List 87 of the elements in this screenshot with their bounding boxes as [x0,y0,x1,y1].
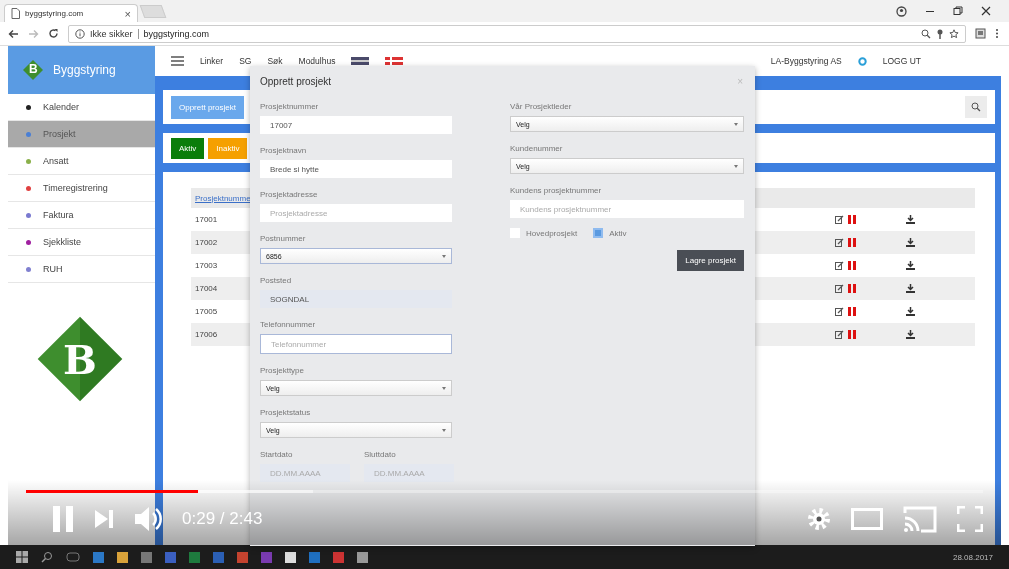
company-name: LA-Byggstyring AS [770,56,842,66]
field-label: Kundens prosjektnummer [510,186,603,195]
nav-link[interactable]: Modulhus [298,56,336,66]
edit-icon[interactable] [835,330,844,339]
checkbox-label: Hovedprosjekt [526,228,578,238]
table-cell: 17003 [195,261,218,270]
edit-icon[interactable] [835,238,844,247]
input-field[interactable]: Brede si hytte [260,160,452,178]
close-icon[interactable] [981,6,991,16]
key-icon[interactable] [936,28,944,39]
field-label: Kundenummer [510,144,564,153]
edit-icon[interactable] [835,215,844,224]
page-icon [11,8,20,19]
table-cell: 17002 [195,238,218,247]
download-icon[interactable] [906,261,915,270]
filter-button[interactable]: Aktiv [171,137,205,159]
field-label: Postnummer [260,234,307,243]
pause-icon[interactable] [848,284,856,293]
tab-close-button[interactable]: × [124,7,131,20]
logout-link[interactable]: LOGG UT [882,56,921,66]
flag-icon[interactable] [385,57,404,65]
pause-icon[interactable] [848,261,856,270]
pause-icon[interactable] [848,330,856,339]
url-text: byggstyring.com [143,28,210,39]
taskbar-app-icon[interactable] [285,551,296,563]
security-label: Ikke sikker [90,28,133,39]
search-icon [971,102,981,112]
download-icon[interactable] [906,330,915,339]
modal-title: Opprett prosjekt [260,75,332,87]
table-cell: 17001 [195,215,218,224]
download-icon[interactable] [906,307,915,316]
nav-link[interactable]: SG [239,56,252,66]
search-button[interactable] [965,96,987,118]
pause-icon[interactable] [848,215,856,224]
zoom-icon[interactable] [921,28,931,39]
volume-icon[interactable] [134,506,162,532]
download-icon[interactable] [906,215,915,224]
info-icon [75,28,85,39]
tab-title: byggstyring.com [25,9,85,18]
menu-icon[interactable] [995,28,999,39]
address-bar[interactable]: Ikke sikker byggstyring.com [68,24,966,43]
flag-icon[interactable] [351,57,370,65]
account-icon[interactable] [896,5,907,17]
column-header[interactable]: Prosjektnumme [195,193,251,203]
table-cell: 17006 [195,330,218,339]
nav-link[interactable]: Linker [200,56,224,66]
field-label: Prosjektnavn [260,146,308,155]
field-label: Prosjekttype [260,366,306,375]
edit-icon[interactable] [835,284,844,293]
save-button[interactable]: Lagre prosjekt [677,250,744,271]
browser-tab[interactable]: byggstyring.com × [4,3,138,23]
task-view-icon[interactable] [66,552,80,562]
field-label: Poststed [260,276,293,285]
table-cell: 17004 [195,284,218,293]
field-label: Startdato [260,450,294,459]
field-label: Prosjektstatus [260,408,312,417]
pause-icon[interactable] [848,238,856,247]
download-icon[interactable] [906,284,915,293]
field-label: Sluttdato [364,450,397,459]
extension-icon[interactable] [975,28,986,39]
reload-icon[interactable] [48,28,59,39]
taskbar-date: 28.08.2017 [952,552,993,562]
table-cell: 17005 [195,307,218,316]
search-icon[interactable] [41,551,53,563]
logo-letter: B [29,62,38,76]
download-icon[interactable] [906,238,915,247]
field-label: Prosjektadresse [260,190,319,199]
input-field[interactable]: SOGNDAL [260,290,452,308]
taskbar-app-icon[interactable] [117,551,128,563]
taskbar-app-icon[interactable] [357,551,368,563]
edit-icon[interactable] [835,307,844,316]
checkbox[interactable] [593,228,604,238]
edit-icon[interactable] [835,261,844,270]
checkbox-label: Aktiv [609,228,627,238]
input-field[interactable]: 17007 [260,116,452,134]
field-label: Vår Prosjektleder [510,102,573,111]
star-icon[interactable] [949,28,959,39]
logo-icon[interactable] [22,59,44,81]
restore-icon[interactable] [953,6,963,16]
start-icon[interactable] [16,551,28,563]
video-time: 0:29 / 2:43 [182,509,263,529]
field-label: Prosjektnummer [260,102,320,111]
pause-icon[interactable] [848,307,856,316]
back-icon[interactable] [8,28,19,39]
menu-icon[interactable] [171,56,184,66]
nav-link[interactable]: Søk [267,56,283,66]
field-label: Telefonnummer [260,320,317,329]
